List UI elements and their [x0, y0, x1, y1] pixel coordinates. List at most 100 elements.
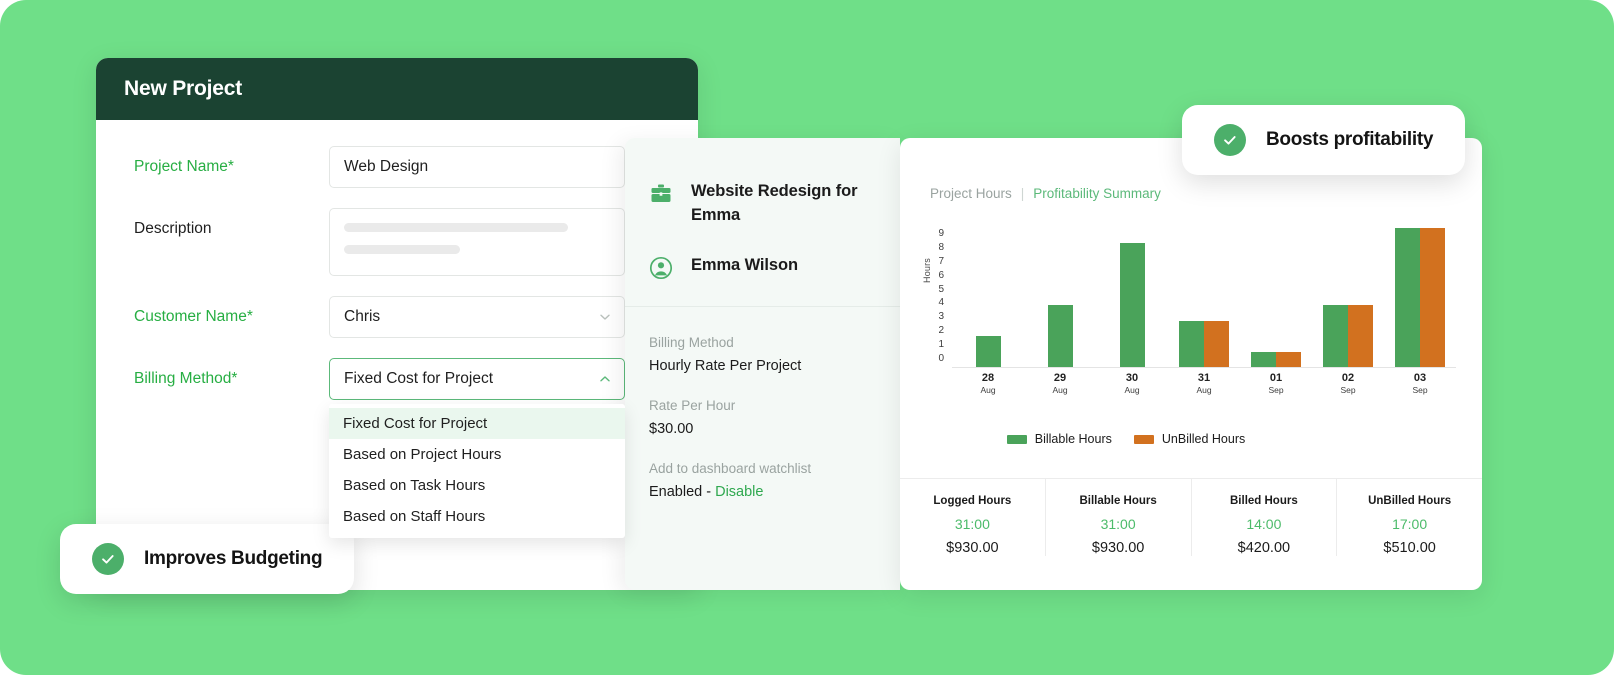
dropdown-option[interactable]: Based on Project Hours: [329, 439, 625, 470]
stat-title: UnBilled Hours: [1337, 495, 1482, 507]
x-axis-tick: 30Aug: [1096, 372, 1168, 396]
bar-group: [952, 229, 1024, 367]
detail-watchlist: Add to dashboard watchlist Enabled - Dis…: [649, 461, 876, 500]
field-label: Rate Per Hour: [649, 398, 876, 413]
tab-separator: |: [1021, 186, 1025, 201]
y-axis-ticks: 9 8 7 6 5 4 3 2 1 0: [930, 229, 944, 364]
description-textarea[interactable]: [329, 208, 625, 276]
new-project-panel: New Project Project Name* Web Design Des…: [96, 58, 698, 590]
description-label: Description: [134, 208, 329, 238]
check-circle-icon: [1214, 124, 1246, 156]
x-tick-day: 02: [1312, 372, 1384, 385]
stat-title: Billable Hours: [1046, 495, 1191, 507]
stat-logged-hours: Logged Hours 31:00 $930.00: [900, 479, 1046, 556]
detail-project-title: Website Redesign for Emma: [691, 180, 876, 228]
customer-name-select[interactable]: Chris: [329, 296, 625, 338]
field-label: Add to dashboard watchlist: [649, 461, 876, 476]
panel-header: New Project: [96, 58, 698, 120]
detail-rate-per-hour: Rate Per Hour $30.00: [649, 398, 876, 437]
bar-group: [1240, 229, 1312, 367]
stat-amount: $930.00: [1046, 540, 1191, 556]
x-tick-day: 31: [1168, 372, 1240, 385]
stat-amount: $510.00: [1337, 540, 1482, 556]
bar-group: [1312, 229, 1384, 367]
form-body: Project Name* Web Design Description Cus…: [96, 120, 698, 400]
stat-amount: $930.00: [900, 540, 1045, 556]
form-row-customer-name: Customer Name* Chris: [96, 296, 698, 338]
stat-hours: 17:00: [1337, 516, 1482, 532]
bar: [1395, 228, 1420, 367]
dropdown-option[interactable]: Based on Task Hours: [329, 470, 625, 501]
app-screenshot: New Project Project Name* Web Design Des…: [0, 0, 1614, 675]
form-row-billing-method: Billing Method* Fixed Cost for Project F…: [96, 358, 698, 400]
field-value: $30.00: [649, 421, 876, 437]
x-axis-tick: 31Aug: [1168, 372, 1240, 396]
disable-link[interactable]: Disable: [715, 484, 763, 500]
bar: [1348, 305, 1373, 367]
y-tick: 5: [938, 285, 944, 295]
project-name-input[interactable]: Web Design: [329, 146, 625, 188]
field-value: Hourly Rate Per Project: [649, 358, 876, 374]
stat-unbilled-hours: UnBilled Hours 17:00 $510.00: [1337, 479, 1482, 556]
bar-group: [1384, 229, 1456, 367]
bar-group: [1168, 229, 1240, 367]
legend-item-unbilled: UnBilled Hours: [1134, 432, 1245, 446]
billing-method-select[interactable]: Fixed Cost for Project: [329, 358, 625, 400]
bar: [1120, 243, 1145, 367]
x-axis-tick: 03Sep: [1384, 372, 1456, 396]
legend-label: UnBilled Hours: [1162, 432, 1245, 446]
legend-swatch-icon: [1134, 435, 1154, 444]
x-tick-day: 01: [1240, 372, 1312, 385]
skeleton-line: [344, 245, 460, 254]
y-tick: 7: [938, 257, 944, 267]
summary-stats: Logged Hours 31:00 $930.00 Billable Hour…: [900, 478, 1482, 556]
stat-title: Billed Hours: [1192, 495, 1337, 507]
y-tick: 1: [938, 340, 944, 350]
bar: [1251, 352, 1276, 367]
bar: [1323, 305, 1348, 367]
chart-legend: Billable Hours UnBilled Hours: [900, 432, 1482, 446]
dropdown-option[interactable]: Fixed Cost for Project: [329, 408, 625, 439]
badge-boosts-profitability: Boosts profitability: [1182, 105, 1465, 175]
x-tick-month: Aug: [1096, 385, 1168, 396]
dropdown-option[interactable]: Based on Staff Hours: [329, 501, 625, 532]
chevron-up-icon: [598, 372, 612, 386]
briefcase-icon: [649, 180, 675, 206]
stat-hours: 31:00: [1046, 516, 1191, 532]
legend-item-billable: Billable Hours: [1007, 432, 1112, 446]
x-tick-day: 30: [1096, 372, 1168, 385]
x-tick-month: Sep: [1312, 385, 1384, 396]
bar: [1204, 321, 1229, 367]
profitability-panel: Project Hours | Profitability Summary Ho…: [900, 138, 1482, 590]
bar-chart: Hours 9 8 7 6 5 4 3 2 1 0 28Aug29Aug30Au…: [900, 229, 1482, 394]
billing-method-dropdown[interactable]: Fixed Cost for Project Based on Project …: [329, 404, 625, 538]
bar: [1276, 352, 1301, 367]
x-tick-month: Aug: [952, 385, 1024, 396]
y-tick: 3: [938, 312, 944, 322]
y-tick: 2: [938, 326, 944, 336]
x-axis-tick: 02Sep: [1312, 372, 1384, 396]
chart-plot: [952, 229, 1456, 368]
stat-hours: 14:00: [1192, 516, 1337, 532]
y-tick: 9: [938, 229, 944, 239]
check-circle-icon: [92, 543, 124, 575]
stat-billable-hours: Billable Hours 31:00 $930.00: [1046, 479, 1192, 556]
x-tick-month: Sep: [1240, 385, 1312, 396]
user-avatar-icon: [649, 254, 675, 280]
tab-project-hours[interactable]: Project Hours: [930, 186, 1012, 201]
x-axis-tick: 28Aug: [952, 372, 1024, 396]
x-tick-day: 29: [1024, 372, 1096, 385]
skeleton-line: [344, 223, 568, 232]
bar: [1420, 228, 1445, 367]
billing-method-label: Billing Method*: [134, 358, 329, 388]
bar-group: [1024, 229, 1096, 367]
x-tick-day: 28: [952, 372, 1024, 385]
detail-project-row: Website Redesign for Emma: [649, 180, 876, 228]
stat-hours: 31:00: [900, 516, 1045, 532]
bar: [1048, 305, 1073, 367]
billing-method-value: Fixed Cost for Project: [344, 370, 493, 388]
chevron-down-icon: [598, 310, 612, 324]
tab-profitability-summary[interactable]: Profitability Summary: [1033, 186, 1161, 201]
badge-label: Boosts profitability: [1266, 129, 1433, 151]
detail-fields: Billing Method Hourly Rate Per Project R…: [625, 307, 900, 500]
